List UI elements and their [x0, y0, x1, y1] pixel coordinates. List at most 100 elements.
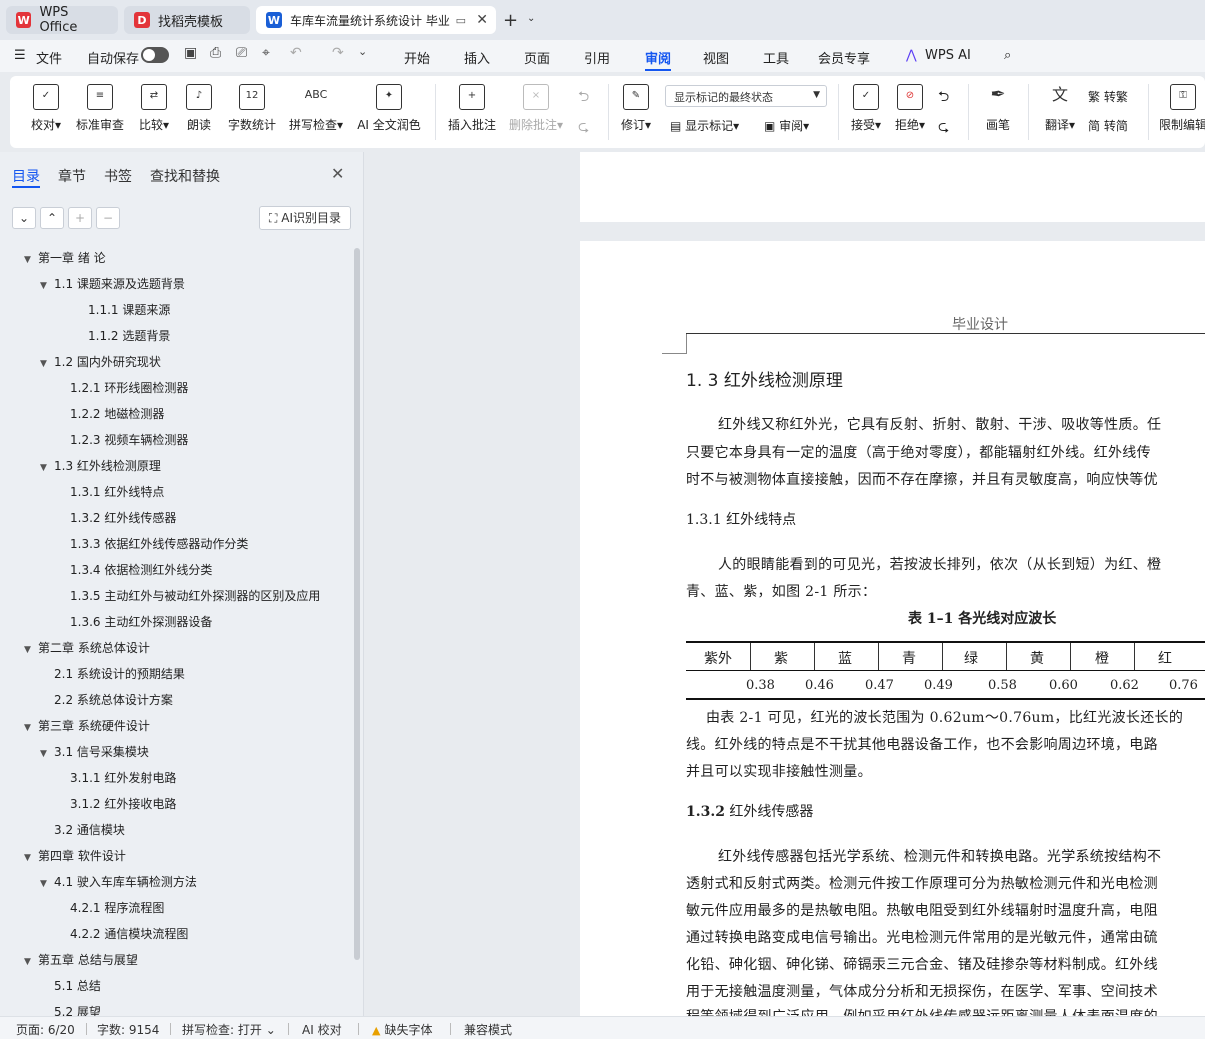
next-change-icon[interactable]: ⮎ [938, 116, 949, 140]
hamburger-icon[interactable]: ☰ [14, 48, 26, 63]
toc-item[interactable]: ▼ 1.2 国内外研究现状 [40, 352, 161, 378]
restrict-edit-button[interactable]: ⚿ 限制编辑 [1158, 84, 1205, 133]
standard-review-button[interactable]: ≡ 标准审查 [74, 84, 126, 133]
to-simplified-button[interactable]: 简 转简 [1088, 117, 1128, 134]
delete-comment-button[interactable]: × 删除批注▾ [506, 84, 566, 133]
spell-check-button[interactable]: ABC 拼写检查▾ [286, 84, 346, 133]
next-comment-icon[interactable]: ⮎ [578, 116, 589, 140]
toc-item[interactable]: 4.2.1 程序流程图 [56, 898, 164, 924]
spell-check-indicator[interactable]: 拼写检查: 打开 ⌄ [182, 1021, 276, 1038]
find-icon[interactable]: ⌖ [262, 45, 270, 61]
toc-item[interactable]: 1.2.3 视频车辆检测器 [56, 430, 188, 456]
toc-item[interactable]: ▼ 第一章 绪 论 [24, 248, 106, 274]
toc-item[interactable]: 1.3.6 主动红外探测器设备 [56, 612, 212, 638]
undo-icon[interactable]: ↶ [290, 45, 302, 61]
toc-item[interactable]: 1.3.5 主动红外与被动红外探测器的区别及应用 [56, 586, 320, 612]
toc-scrollbar[interactable] [354, 248, 360, 960]
menu-references[interactable]: 引用 [584, 48, 610, 67]
collapse-up-button[interactable]: ⌃ [40, 207, 64, 229]
toc-item[interactable]: 4.2.2 通信模块流程图 [56, 924, 188, 950]
previous-comment-icon[interactable]: ⮌ [578, 86, 589, 110]
show-markup-button[interactable]: ▤ 显示标记▾ [670, 117, 739, 134]
toc-item[interactable]: 1.2.2 地磁检测器 [56, 404, 164, 430]
save-icon[interactable]: ▣ [184, 45, 197, 61]
translate-button[interactable]: 文 翻译▾ [1038, 84, 1082, 133]
expand-triangle-icon[interactable]: ▼ [24, 640, 38, 660]
search-icon[interactable]: ⌕ [1004, 48, 1011, 63]
tab-current-document[interactable]: W 车库车流量统计系统设计 毕业 ▭ ✕ [256, 6, 496, 34]
page-indicator[interactable]: 页面: 6/20 [16, 1021, 75, 1038]
revise-button[interactable]: ✎ 修订▾ [616, 84, 656, 133]
expand-triangle-icon[interactable]: ▼ [24, 718, 38, 738]
menu-member[interactable]: 会员专享 [818, 48, 870, 67]
toc-item[interactable]: 5.1 总结 [40, 976, 101, 1002]
compare-button[interactable]: ⇄ 比较▾ [134, 84, 174, 133]
print-icon[interactable]: ⎚ [236, 45, 247, 61]
tab-chapters[interactable]: 章节 [58, 166, 86, 186]
tab-bookmarks[interactable]: 书签 [104, 166, 132, 186]
redo-icon[interactable]: ↷ [332, 45, 344, 61]
ai-toc-button[interactable]: ⛶ AI识别目录 [259, 206, 351, 230]
menu-wps-ai[interactable]: WPS AI [925, 48, 971, 63]
markup-mode-select[interactable]: 显示标记的最终状态 ▼ [665, 85, 827, 107]
tab-docer-templates[interactable]: D 找稻壳模板 [124, 6, 250, 34]
to-traditional-button[interactable]: 繁 转繁 [1088, 88, 1128, 105]
expand-triangle-icon[interactable]: ▼ [24, 250, 38, 270]
toc-item[interactable]: ▼ 4.1 驶入车库车辆检测方法 [40, 872, 197, 898]
expand-triangle-icon[interactable]: ▼ [40, 458, 54, 478]
menu-insert[interactable]: 插入 [464, 48, 490, 67]
toc-item[interactable]: 1.2.1 环形线圈检测器 [56, 378, 188, 404]
more-chevron-icon[interactable]: ⌄ [358, 45, 367, 58]
previous-change-icon[interactable]: ⮌ [938, 86, 949, 110]
toc-item[interactable]: 5.2 展望 [40, 1002, 101, 1016]
expand-triangle-icon[interactable]: ▼ [24, 952, 38, 972]
toc-item[interactable]: 3.1.2 红外接收电路 [56, 794, 176, 820]
autosave-toggle[interactable] [141, 47, 169, 63]
word-count-indicator[interactable]: 字数: 9154 [97, 1021, 159, 1038]
toc-item[interactable]: ▼ 1.1 课题来源及选题背景 [40, 274, 185, 300]
toc-item[interactable]: ▼ 第三章 系统硬件设计 [24, 716, 150, 742]
accept-button[interactable]: ✓ 接受▾ [846, 84, 886, 133]
tab-toc[interactable]: 目录 [12, 166, 40, 186]
new-tab-plus-icon[interactable]: + [503, 10, 518, 31]
tab-find-replace[interactable]: 查找和替换 [150, 166, 220, 186]
menu-home[interactable]: 开始 [404, 48, 430, 67]
expand-triangle-icon[interactable]: ▼ [40, 744, 54, 764]
add-heading-button[interactable]: + [68, 207, 92, 229]
toc-item[interactable]: ▼ 第二章 系统总体设计 [24, 638, 150, 664]
read-aloud-button[interactable]: ♪ 朗读 [184, 84, 214, 133]
toc-item[interactable]: 1.3.3 依据红外线传感器动作分类 [56, 534, 248, 560]
toc-item[interactable]: 1.1.2 选题背景 [72, 326, 170, 352]
menu-review[interactable]: 审阅 [645, 48, 671, 67]
pen-button[interactable]: ✒ 画笔 [980, 84, 1016, 133]
ai-polish-button[interactable]: ✦ AI 全文润色 [356, 84, 422, 133]
toc-item[interactable]: 1.3.1 红外线特点 [56, 482, 164, 508]
word-count-button[interactable]: 12 字数统计 [226, 84, 278, 133]
menu-tools[interactable]: 工具 [763, 48, 789, 67]
menu-view[interactable]: 视图 [703, 48, 729, 67]
toc-item[interactable]: 3.1.1 红外发射电路 [56, 768, 176, 794]
close-pane-icon[interactable]: ✕ [331, 164, 344, 183]
toc-item[interactable]: 2.2 系统总体设计方案 [40, 690, 173, 716]
toc-item[interactable]: 1.3.4 依据检测红外线分类 [56, 560, 212, 586]
tab-wps-office[interactable]: W WPS Office [6, 5, 118, 35]
toc-item[interactable]: ▼ 3.1 信号采集模块 [40, 742, 149, 768]
expand-triangle-icon[interactable]: ▼ [40, 354, 54, 374]
reject-button[interactable]: ⊘ 拒绝▾ [890, 84, 930, 133]
close-icon[interactable]: ✕ [476, 12, 488, 28]
toc-item[interactable]: 1.3.2 红外线传感器 [56, 508, 176, 534]
toc-item[interactable]: ▼ 第四章 软件设计 [24, 846, 126, 872]
monitor-icon[interactable]: ▭ [456, 14, 466, 27]
expand-triangle-icon[interactable]: ▼ [40, 874, 54, 894]
toc-item[interactable]: 3.2 通信模块 [40, 820, 125, 846]
print-preview-icon[interactable]: ⎙ [210, 45, 221, 61]
ai-check-indicator[interactable]: AI 校对 [302, 1021, 342, 1038]
menu-file[interactable]: 文件 [36, 48, 62, 67]
missing-font-indicator[interactable]: ▲ 缺失字体 [372, 1021, 432, 1038]
menu-page[interactable]: 页面 [524, 48, 550, 67]
expand-triangle-icon[interactable]: ▼ [40, 276, 54, 296]
review-pane-button[interactable]: ▣ 审阅▾ [764, 117, 809, 134]
remove-heading-button[interactable]: − [96, 207, 120, 229]
expand-down-button[interactable]: ⌄ [12, 207, 36, 229]
toc-item[interactable]: ▼ 1.3 红外线检测原理 [40, 456, 161, 482]
